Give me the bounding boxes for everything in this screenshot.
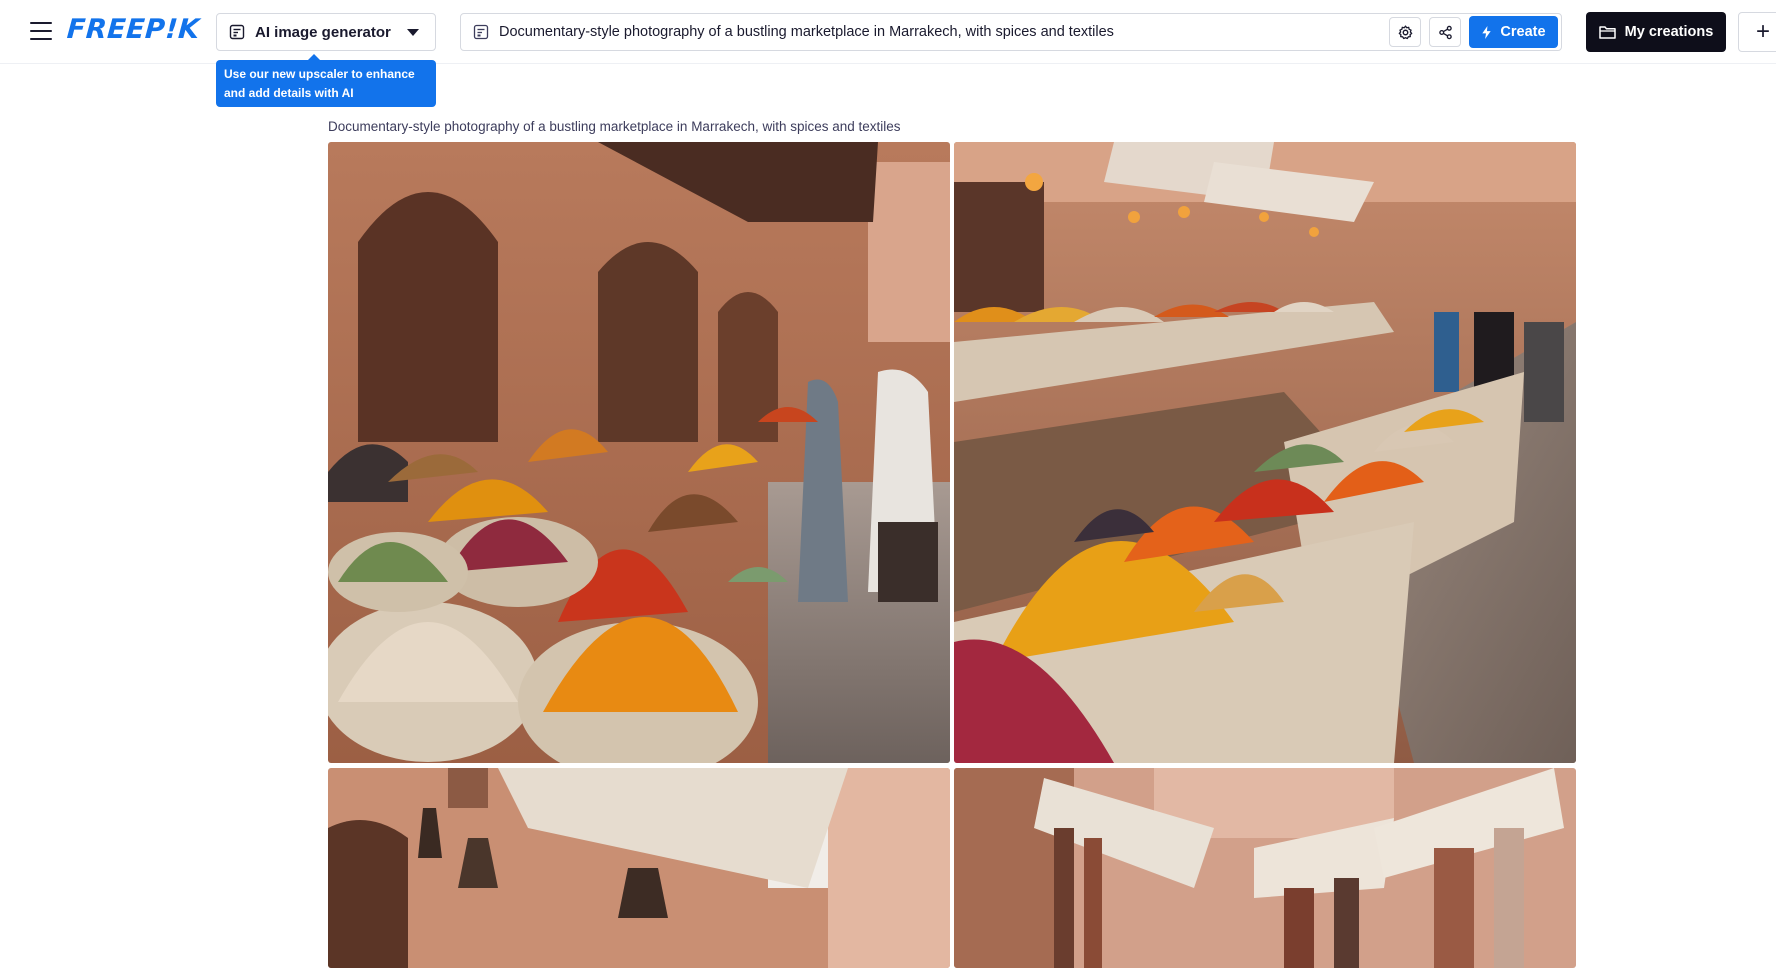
tool-selector-dropdown[interactable]: AI image generator: [216, 13, 436, 51]
generated-image-2[interactable]: [954, 142, 1576, 763]
freepik-logo[interactable]: FREEP!K: [66, 14, 201, 45]
image-results-grid: [328, 142, 1576, 968]
share-button[interactable]: [1429, 17, 1461, 47]
result-prompt-caption: Documentary-style photography of a bustl…: [328, 119, 901, 134]
create-button[interactable]: Create: [1469, 16, 1558, 48]
prompt-bar: Documentary-style photography of a bustl…: [460, 13, 1562, 51]
image-generator-icon: [229, 24, 245, 40]
create-button-label: Create: [1500, 24, 1546, 40]
generated-image-4[interactable]: [954, 768, 1576, 968]
new-button[interactable]: +: [1738, 12, 1776, 52]
menu-icon[interactable]: [30, 22, 52, 40]
folder-icon: [1598, 26, 1616, 39]
generated-image-3[interactable]: [328, 768, 950, 968]
tool-selector-label: AI image generator: [255, 23, 391, 41]
top-bar: FREEP!K AI image generator Documentary-s…: [0, 0, 1776, 64]
settings-button[interactable]: [1389, 17, 1421, 47]
share-icon: [1438, 25, 1452, 39]
document-icon: [473, 24, 489, 40]
settings-icon: [1398, 24, 1412, 39]
bolt-icon: [1482, 25, 1492, 39]
my-creations-label: My creations: [1624, 24, 1714, 40]
plus-icon: +: [1756, 18, 1771, 45]
prompt-input[interactable]: Documentary-style photography of a bustl…: [499, 24, 1389, 40]
chevron-down-icon: [407, 28, 419, 36]
generated-image-1[interactable]: [328, 142, 950, 763]
my-creations-button[interactable]: My creations: [1586, 12, 1726, 52]
upscaler-tooltip: Use our new upscaler to enhance and add …: [216, 54, 436, 107]
